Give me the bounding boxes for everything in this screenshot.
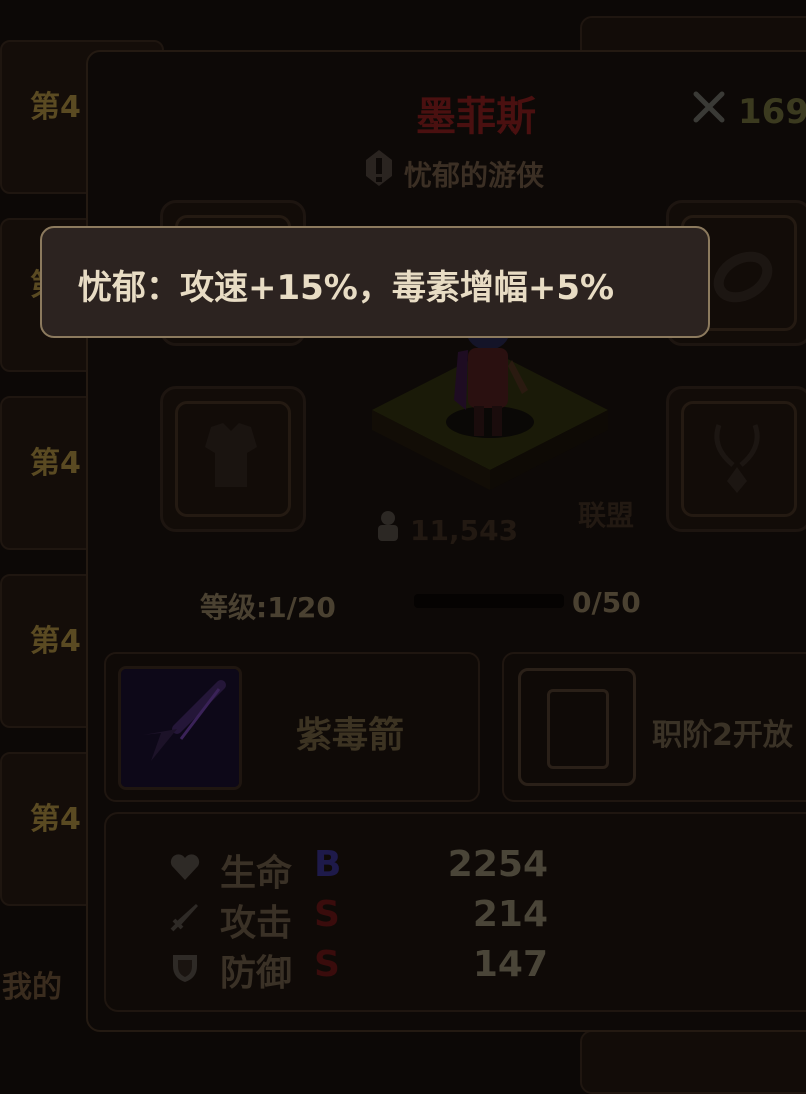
skill-name: 紫毒箭 xyxy=(296,715,405,756)
xp-text: 0/50 xyxy=(572,586,641,619)
equipment-slot-armor[interactable] xyxy=(160,386,306,532)
title-tooltip[interactable]: 忧郁：攻速+15%，毒素增幅+5% xyxy=(40,226,710,338)
stat-name: 防御 xyxy=(220,953,293,994)
locked-skill-text: 职阶2开放 xyxy=(652,718,793,753)
exclamation-icon xyxy=(366,150,392,186)
stat-value: 147 xyxy=(472,944,548,985)
armor-icon xyxy=(205,423,257,487)
sword-icon xyxy=(170,904,198,932)
stat-grade: B xyxy=(314,844,342,885)
stat-row-defense: 防御 S 147 xyxy=(168,944,568,994)
list-item-label: 第4 xyxy=(30,624,81,659)
hp-text: 11,543 xyxy=(410,514,519,547)
stat-name: 生命 xyxy=(220,853,293,894)
locked-card-icon xyxy=(518,668,636,786)
stat-row-attack: 攻击 S 214 xyxy=(168,894,568,944)
power-value: 1695 xyxy=(738,92,806,132)
my-label: 我的 xyxy=(2,970,62,1005)
hp-icon xyxy=(378,511,398,541)
crossed-swords-icon xyxy=(693,91,725,123)
alliance-text: 联盟 xyxy=(578,499,635,532)
xp-bar xyxy=(414,594,564,608)
stat-value: 2254 xyxy=(447,844,548,885)
list-item-label: 第4 xyxy=(30,802,81,837)
equipment-slot-amulet[interactable] xyxy=(666,386,806,532)
amulet-icon xyxy=(714,424,760,493)
stat-value: 214 xyxy=(472,894,548,935)
level-text: 等级:1/20 xyxy=(200,591,336,624)
shield-icon xyxy=(173,955,197,982)
list-item-label: 第4 xyxy=(30,446,81,481)
hero-title: 忧郁的游侠 xyxy=(404,159,545,192)
stat-grade: S xyxy=(314,944,340,985)
stat-name: 攻击 xyxy=(220,903,293,944)
poison-arrow-icon xyxy=(118,666,242,790)
stat-row-hp: 生命 B 2254 xyxy=(168,844,568,894)
heart-icon xyxy=(170,854,200,880)
stat-grade: S xyxy=(314,894,340,935)
hero-name: 墨菲斯 xyxy=(416,94,536,140)
list-item-label: 第4 xyxy=(30,90,81,125)
tooltip-text: 忧郁：攻速+15%，毒素增幅+5% xyxy=(78,268,615,308)
background-panel xyxy=(580,1030,806,1094)
